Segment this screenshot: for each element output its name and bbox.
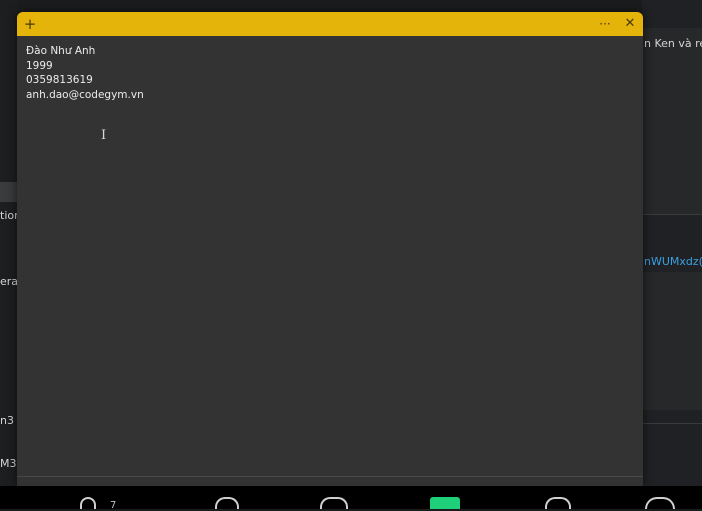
background-sidebar [0,0,18,509]
note-line-phone: 0359813619 [26,74,93,86]
background-message-text: n Ken và re [644,37,702,50]
taskbar-badge-count: 7 [110,500,117,511]
divider [642,214,702,215]
circle-icon[interactable] [645,497,675,509]
taskbar [0,486,702,509]
background-message-card [642,28,702,214]
note-title-bar[interactable]: + ··· ✕ [17,12,643,36]
note-line-email: anh.dao@codegym.vn [26,88,144,101]
heart-icon[interactable] [320,497,348,509]
people-icon[interactable] [80,497,96,509]
note-line-name: Đào Như Anh [26,45,96,57]
app-icon[interactable] [215,497,239,509]
text-cursor-icon: I [101,128,107,143]
more-icon[interactable]: ··· [596,12,614,36]
background-card [642,272,702,410]
note-formatting-bar[interactable] [17,476,643,486]
close-icon[interactable]: ✕ [621,12,639,36]
active-app-icon[interactable] [430,497,460,509]
background-selected-item[interactable] [0,182,18,202]
divider [642,423,702,424]
note-line-year: 1999 [26,59,53,72]
note-text-area[interactable]: Đào Như Anh 1999 0359813619 anh.dao@code… [26,44,626,102]
users-icon[interactable] [545,497,571,509]
background-content-panel: n Ken và re nWUMxdz( [642,0,702,509]
background-text-fragment: M3 [0,457,17,470]
background-text-fragment: n3 [0,414,14,427]
background-link[interactable]: nWUMxdz( [644,255,702,268]
plus-icon[interactable]: + [21,12,39,36]
sticky-note-window: + ··· ✕ Đào Như Anh 1999 0359813619 anh.… [17,12,643,486]
